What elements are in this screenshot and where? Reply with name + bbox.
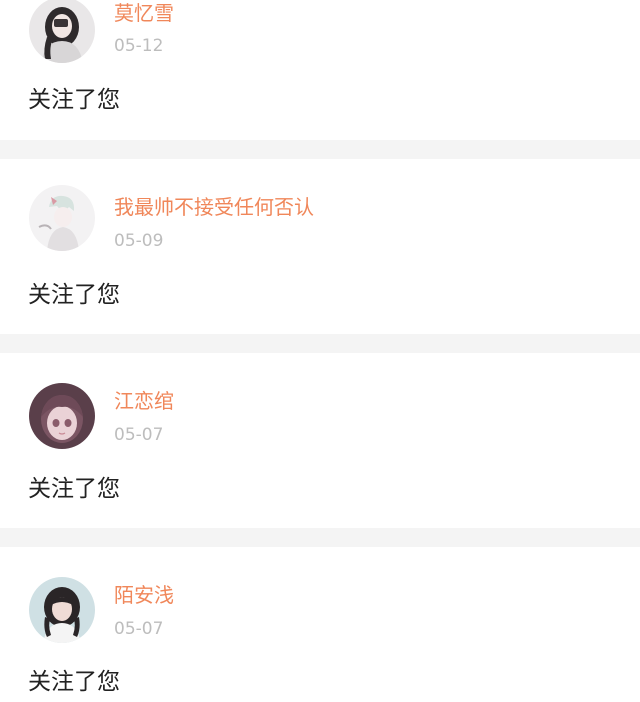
avatar-anime-character-icon — [29, 185, 95, 251]
username[interactable]: 江恋绾 — [114, 389, 174, 413]
avatar[interactable] — [29, 0, 95, 63]
notification-message: 关注了您 — [28, 282, 120, 308]
notification-card[interactable]: 我最帅不接受任何否认 05-09 关注了您 — [0, 159, 640, 334]
avatar-girl-photo-icon — [29, 577, 95, 643]
notification-card[interactable]: 江恋绾 05-07 关注了您 — [0, 353, 640, 528]
timestamp: 05-07 — [114, 619, 164, 639]
avatar-girl-dark-hair-icon — [29, 0, 95, 63]
notification-message: 关注了您 — [28, 87, 120, 113]
notification-feed: 莫忆雪 05-12 关注了您 我最帅不接受任何否认 05-09 关注了您 江恋绾… — [0, 0, 640, 702]
avatar[interactable] — [29, 185, 95, 251]
notification-message: 关注了您 — [28, 669, 120, 695]
timestamp: 05-07 — [114, 425, 164, 445]
username[interactable]: 陌安浅 — [114, 583, 174, 607]
avatar[interactable] — [29, 383, 95, 449]
timestamp: 05-09 — [114, 231, 164, 251]
notification-card[interactable]: 陌安浅 05-07 关注了您 — [0, 547, 640, 702]
username[interactable]: 莫忆雪 — [114, 1, 174, 25]
timestamp: 05-12 — [114, 36, 164, 56]
notification-card[interactable]: 莫忆雪 05-12 关注了您 — [0, 0, 640, 140]
avatar-anime-girl-icon — [29, 383, 95, 449]
notification-message: 关注了您 — [28, 476, 120, 502]
username[interactable]: 我最帅不接受任何否认 — [114, 195, 314, 219]
avatar[interactable] — [29, 577, 95, 643]
